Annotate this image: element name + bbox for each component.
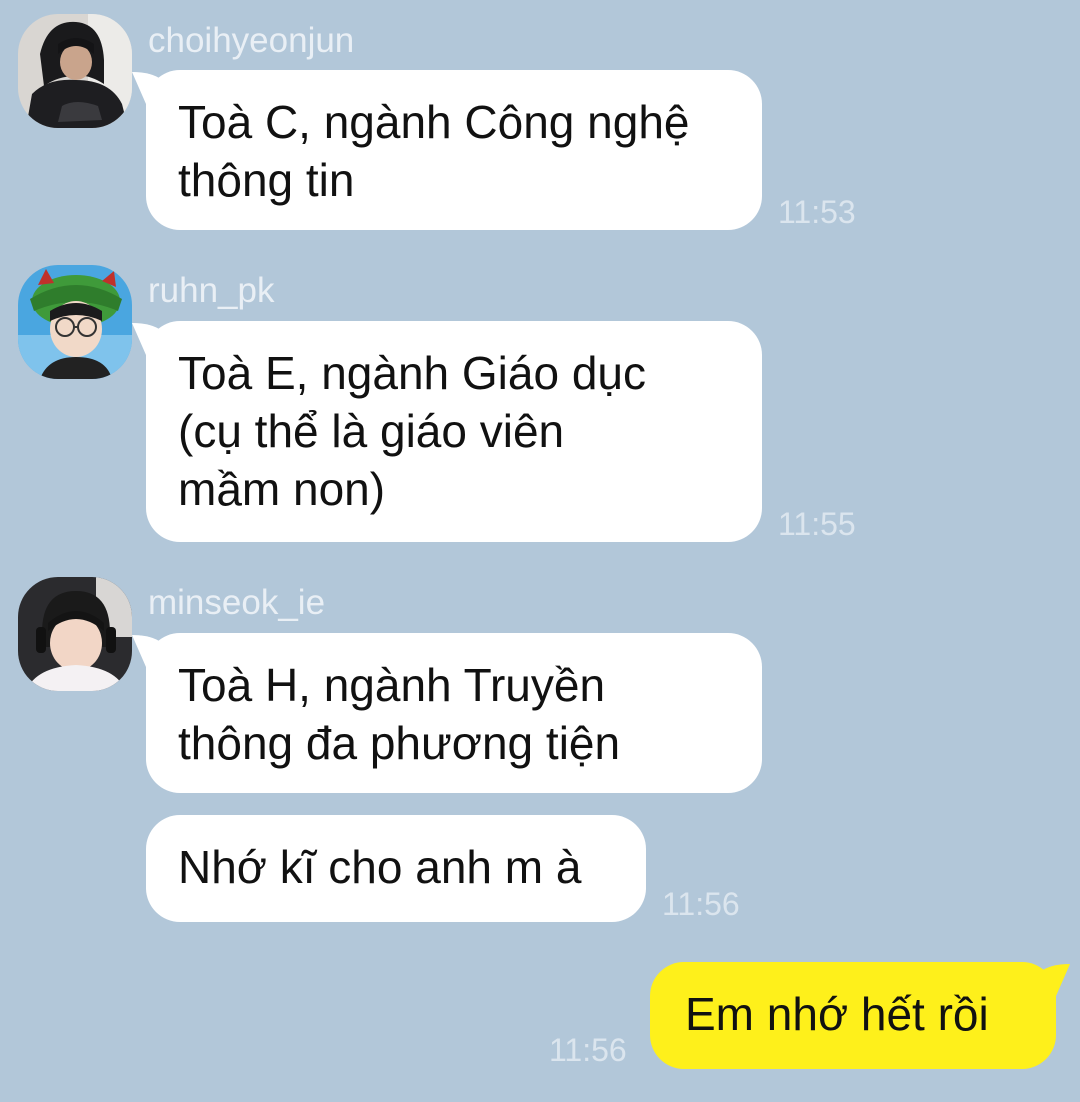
bubble-tail-icon <box>1030 964 1070 996</box>
message-text-line: Em nhớ hết rồi <box>685 988 989 1040</box>
bubble-tail-icon <box>132 323 172 355</box>
message-bubble[interactable]: Toà H, ngành Truyền thông đa phương tiện <box>132 633 762 793</box>
my-message-bubble[interactable]: Em nhớ hết rồi <box>650 962 1070 1069</box>
message-timestamp: 11:55 <box>778 506 856 542</box>
message-text-line: mầm non) <box>178 463 386 515</box>
message-text-line: thông tin <box>178 154 355 206</box>
sender-name: ruhn_pk <box>148 271 275 310</box>
message-timestamp: 11:56 <box>662 886 740 922</box>
avatar[interactable] <box>18 577 132 691</box>
message-bubble[interactable]: Nhớ kĩ cho anh m à <box>146 815 646 922</box>
avatar[interactable] <box>18 265 132 379</box>
message-text-line: thông đa phương tiện <box>178 717 621 769</box>
message-text-line: Toà C, ngành Công nghệ <box>178 96 690 148</box>
avatar-photo-hoodie-icon <box>18 14 132 128</box>
message-bubble[interactable]: Toà E, ngành Giáo dục (cụ thể là giáo vi… <box>132 321 762 542</box>
message-timestamp: 11:53 <box>778 194 856 230</box>
message-text-line: Nhớ kĩ cho anh m à <box>178 841 582 893</box>
avatar[interactable] <box>18 14 132 128</box>
message-text-line: Toà H, ngành Truyền <box>178 659 606 711</box>
bubble-tail-icon <box>132 635 172 667</box>
message-text-line: (cụ thể là giáo viên <box>178 405 565 457</box>
avatar-photo-headset-icon <box>18 577 132 691</box>
sender-name: choihyeonjun <box>148 21 355 60</box>
message-bubble[interactable]: Toà C, ngành Công nghệ thông tin <box>132 70 762 230</box>
sender-name: minseok_ie <box>148 583 326 622</box>
message-text-line: Toà E, ngành Giáo dục <box>178 347 646 399</box>
bubble-tail-icon <box>132 72 172 104</box>
avatar-photo-green-hat-icon <box>18 265 132 379</box>
message-timestamp: 11:56 <box>549 1032 627 1068</box>
